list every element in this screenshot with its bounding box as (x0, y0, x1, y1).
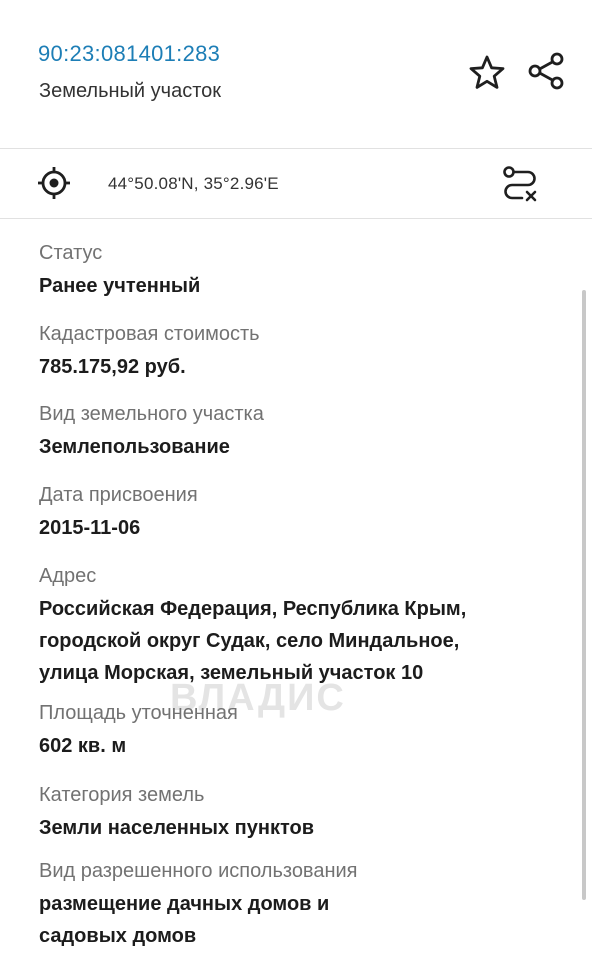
star-outline-icon (469, 55, 505, 89)
field-value: Ранее учтенный (39, 275, 201, 297)
cadastral-number[interactable]: 90:23:081401:283 (38, 41, 220, 67)
field-value: 602 кв. м (39, 735, 127, 757)
target-icon (38, 167, 70, 199)
field-label: Дата присвоения (39, 484, 198, 506)
scrollbar[interactable] (582, 290, 586, 900)
field-value: Землепользование (39, 436, 230, 458)
field-land-category: Категория земель Земли населенных пункто… (39, 783, 569, 843)
field-status: Статус Ранее учтенный (39, 241, 569, 301)
field-label: Площадь уточненная (39, 702, 238, 724)
share-button[interactable] (526, 51, 566, 91)
field-label: Статус (39, 242, 103, 264)
field-permitted-use: Вид разрешенного использования размещени… (39, 859, 569, 951)
field-area: Площадь уточненная 602 кв. м (39, 701, 569, 761)
field-plot-kind: Вид земельного участка Землепользование (39, 402, 569, 462)
details-list: ВЛАДИС Статус Ранее учтенный Кадастровая… (0, 219, 592, 960)
field-value-line: улица Морская, земельный участок 10 (39, 662, 424, 684)
field-label: Вид земельного участка (39, 403, 264, 425)
field-value-line: размещение дачных домов и (39, 893, 330, 915)
field-value: Земли населенных пунктов (39, 817, 315, 839)
field-value-line: Российская Федерация, Республика Крым, (39, 598, 467, 620)
field-label: Категория земель (39, 784, 205, 806)
field-value-line: городской округ Судак, село Миндальное, (39, 630, 460, 652)
object-type: Земельный участок (39, 80, 222, 102)
header: 90:23:081401:283 Земельный участок (0, 0, 592, 149)
coordinates-text[interactable]: 44°50.08'N, 35°2.96'E (108, 174, 279, 194)
land-plot-card: 90:23:081401:283 Земельный участок 44°50… (0, 0, 592, 960)
field-label: Вид разрешенного использования (39, 860, 358, 882)
field-address: Адрес Российская Федерация, Республика К… (39, 564, 569, 688)
favorite-button[interactable] (468, 54, 506, 92)
locate-button[interactable] (36, 165, 72, 201)
route-button[interactable] (500, 163, 540, 203)
field-value-line: садовых домов (39, 925, 197, 947)
field-assignment-date: Дата присвоения 2015-11-06 (39, 483, 569, 543)
field-label: Кадастровая стоимость (39, 323, 260, 345)
field-label: Адрес (39, 565, 97, 587)
field-cadastral-value: Кадастровая стоимость 785.175,92 руб. (39, 322, 569, 382)
field-value: 2015-11-06 (39, 517, 141, 539)
share-icon (528, 52, 564, 90)
route-icon (503, 166, 537, 202)
field-value: 785.175,92 руб. (39, 356, 186, 378)
coordinates-bar: 44°50.08'N, 35°2.96'E (0, 149, 592, 219)
